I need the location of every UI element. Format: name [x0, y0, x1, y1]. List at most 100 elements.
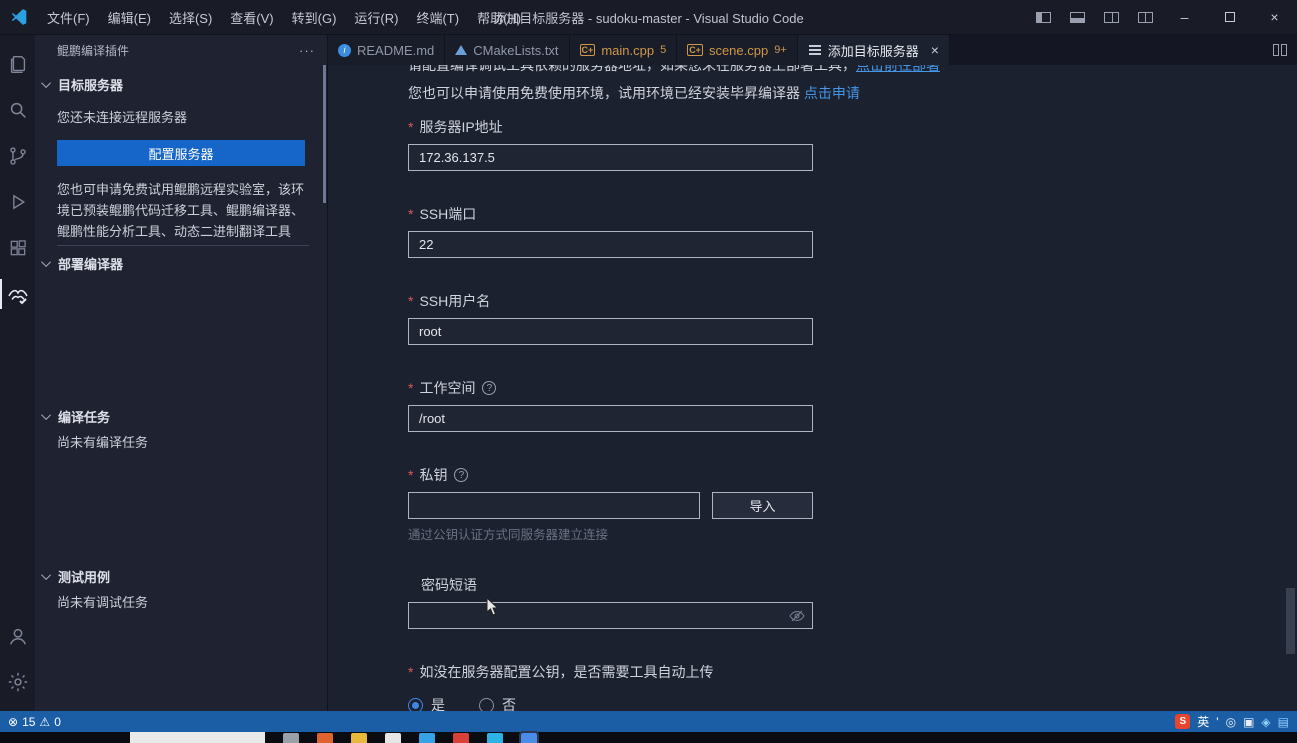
extensions-icon[interactable] — [0, 225, 35, 271]
ime-keyboard-icon[interactable]: ▤ — [1278, 715, 1289, 729]
toggle-password-visibility-icon[interactable] — [789, 608, 805, 629]
taskbar-app-icon[interactable] — [487, 733, 503, 743]
maximize-button[interactable] — [1207, 0, 1252, 34]
menu-run[interactable]: 运行(R) — [345, 0, 407, 34]
field-workspace: * 工作空间? — [408, 379, 948, 432]
mouse-cursor — [486, 596, 500, 622]
radio-yes[interactable]: 是 — [408, 695, 445, 711]
problems-badge: 5 — [660, 44, 667, 56]
more-actions-icon[interactable]: ··· — [299, 43, 315, 58]
section-target-server[interactable]: 目标服务器 — [35, 73, 327, 95]
toggle-primary-sidebar-icon[interactable] — [1026, 0, 1060, 34]
editor-scrollbar[interactable] — [1286, 588, 1295, 654]
radio-no[interactable]: 否 — [479, 695, 516, 711]
sogou-ime-icon[interactable]: S — [1175, 714, 1191, 729]
section-compile-tasks[interactable]: 编译任务 — [35, 405, 327, 427]
tab-readme[interactable]: i README.md — [328, 35, 446, 65]
tab-scene-cpp[interactable]: C+ scene.cpp 9+ — [677, 35, 798, 65]
ssh-port-input[interactable] — [408, 231, 813, 258]
search-icon[interactable] — [0, 87, 35, 133]
server-ip-label: 服务器IP地址 — [419, 119, 503, 135]
taskbar-app-icon[interactable] — [419, 733, 435, 743]
private-key-help-icon[interactable]: ? — [454, 468, 469, 482]
workspace-help-icon[interactable]: ? — [482, 381, 497, 395]
required-asterisk: * — [408, 380, 414, 396]
field-server-ip: * 服务器IP地址 — [408, 118, 948, 171]
ssh-user-input[interactable] — [408, 318, 813, 345]
source-control-icon[interactable] — [0, 133, 35, 179]
close-button[interactable]: × — [1252, 0, 1297, 34]
menu-terminal[interactable]: 终端(T) — [407, 0, 468, 34]
problems-badge: 9+ — [774, 44, 787, 56]
menu-file[interactable]: 文件(F) — [38, 0, 99, 34]
windows-taskbar — [0, 731, 1297, 743]
configure-server-button[interactable]: 配置服务器 — [57, 140, 305, 166]
chevron-down-icon — [41, 409, 52, 420]
required-asterisk: * — [408, 293, 414, 309]
tab-cmakelists[interactable]: CMakeLists.txt — [445, 35, 570, 65]
taskbar-app-icon[interactable] — [317, 733, 333, 743]
chevron-down-icon — [41, 569, 52, 580]
menu-edit[interactable]: 编辑(E) — [99, 0, 160, 34]
apply-trial-link[interactable]: 点击申请 — [804, 85, 860, 101]
taskbar-app-icon[interactable] — [385, 733, 401, 743]
section-test-cases[interactable]: 测试用例 — [35, 565, 327, 587]
sidebar-title-row: 鲲鹏编译插件 ··· — [35, 35, 327, 65]
activity-bar — [0, 35, 35, 711]
field-private-key: * 私钥? 导入 通过公钥认证方式同服务器建立连接 — [408, 466, 948, 543]
tab-main-cpp[interactable]: C+ main.cpp 5 — [569, 35, 678, 65]
server-ip-input[interactable] — [408, 144, 813, 171]
warning-icon: ⚠ — [39, 714, 51, 729]
section-deploy-compiler[interactable]: 部署编译器 — [35, 252, 327, 274]
menu-go[interactable]: 转到(G) — [283, 0, 346, 34]
ime-voice-icon[interactable]: ◈ — [1261, 715, 1270, 729]
passphrase-input[interactable] — [408, 602, 813, 629]
test-cases-empty-text: 尚未有调试任务 — [57, 595, 149, 610]
required-asterisk: * — [408, 664, 414, 680]
intro-line-1: 请配置编译调试工具依赖的服务器地址，如果您未在服务器上部署工具，点击前往部署 — [408, 65, 948, 75]
close-tab-icon[interactable]: × — [931, 42, 939, 58]
intro-line-2: 您也可以申请使用免费使用环境，试用环境已经安装毕昇编译器 点击申请 — [408, 83, 948, 103]
taskbar-search-box[interactable] — [130, 732, 265, 743]
taskbar-app-icon[interactable] — [453, 733, 469, 743]
kunpeng-plugin-icon[interactable] — [0, 271, 35, 317]
deploy-link[interactable]: 点击前往部署 — [856, 65, 940, 73]
window-title: 添加目标服务器 - sudoku-master - Visual Studio … — [493, 10, 804, 26]
trial-lab-promo-text: 您也可申请免费试用鲲鹏远程实验室，该环境已预装鲲鹏代码迁移工具、鲲鹏编译器、鲲鹏… — [57, 179, 309, 246]
radio-no-circle[interactable] — [479, 697, 494, 711]
taskbar-app-icon[interactable] — [351, 733, 367, 743]
menu-view[interactable]: 查看(V) — [221, 0, 282, 34]
error-count: 15 — [22, 714, 36, 729]
cpp-icon: C+ — [687, 44, 703, 56]
customize-layout-icon[interactable] — [1128, 0, 1162, 34]
field-auto-upload: * 如没在服务器配置公钥，是否需要工具自动上传 是 否 — [408, 663, 948, 711]
split-editor-icon[interactable] — [1273, 44, 1287, 56]
ime-mode-indicator[interactable]: 英 — [1197, 713, 1209, 730]
section-test-cases-label: 测试用例 — [58, 569, 111, 585]
radio-yes-circle[interactable] — [408, 697, 423, 711]
ime-toolbox-icon[interactable]: ▣ — [1243, 715, 1254, 729]
taskbar-app-icon[interactable] — [519, 731, 539, 743]
minimize-button[interactable]: – — [1162, 0, 1207, 34]
workspace-input[interactable] — [408, 405, 813, 432]
import-key-button[interactable]: 导入 — [712, 492, 813, 519]
ime-skin-icon[interactable]: ◎ — [1226, 715, 1236, 729]
problems-status[interactable]: ⊗ 15 ⚠ 0 — [8, 715, 61, 729]
menu-selection[interactable]: 选择(S) — [160, 0, 221, 34]
chevron-down-icon — [41, 77, 52, 88]
sidebar-scrollbar[interactable] — [323, 65, 326, 203]
taskbar-app-icon[interactable] — [283, 733, 299, 743]
toggle-panel-icon[interactable] — [1060, 0, 1094, 34]
account-icon[interactable] — [0, 613, 35, 659]
run-debug-icon[interactable] — [0, 179, 35, 225]
tab-label: main.cpp — [601, 42, 655, 58]
compile-tasks-empty-text: 尚未有编译任务 — [57, 435, 149, 450]
explorer-icon[interactable] — [0, 41, 35, 87]
toggle-secondary-sidebar-icon[interactable] — [1094, 0, 1128, 34]
private-key-label: 私钥 — [419, 467, 448, 483]
sidebar-title: 鲲鹏编译插件 — [57, 43, 130, 58]
settings-gear-icon[interactable] — [0, 659, 35, 705]
tab-add-target-server[interactable]: 添加目标服务器 × — [797, 35, 950, 65]
required-asterisk: * — [408, 119, 414, 135]
private-key-input[interactable] — [408, 492, 700, 519]
